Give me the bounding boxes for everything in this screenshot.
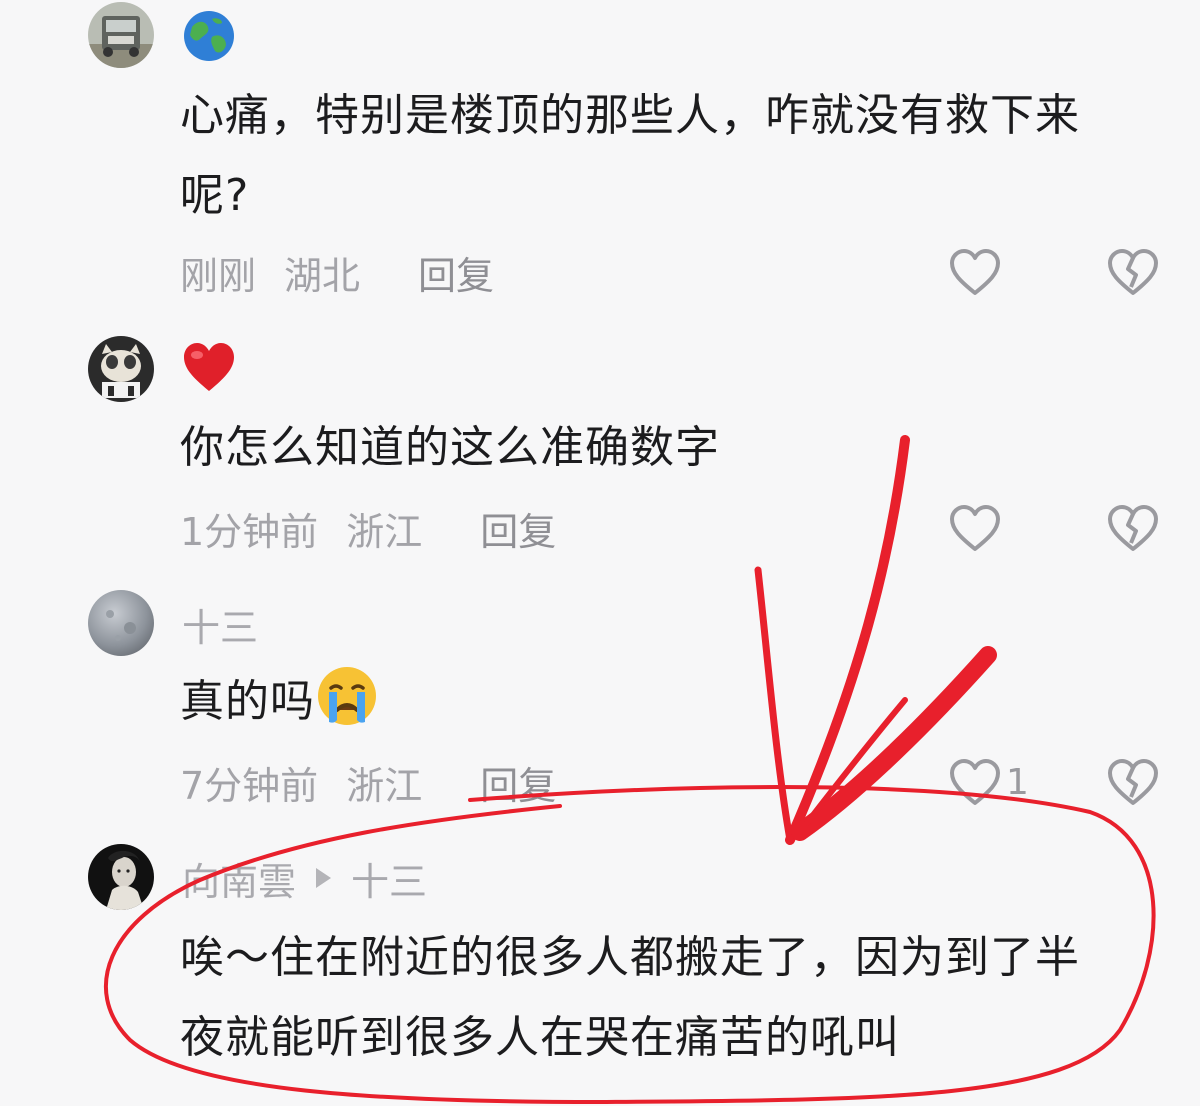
truck-avatar-icon [88,2,154,68]
globe-emoji-icon [184,11,234,61]
broken-heart-icon [1108,505,1158,551]
username[interactable]: 向南雲 [182,851,296,906]
avatar[interactable] [88,590,154,656]
heart-outline-icon [950,505,1000,551]
dislike-button[interactable] [1106,242,1160,302]
username[interactable]: 十三 [182,597,258,652]
comment-meta: 刚刚 湖北 回复 [180,242,494,302]
comment-meta: 7分钟前 浙江 回复 [180,752,556,812]
avatar[interactable] [88,336,154,402]
comment-time: 刚刚 [180,253,257,298]
like-count: 1 [1006,761,1029,803]
comment-meta: 1分钟前 浙江 回复 [180,498,556,558]
comment-text-line: 唉～住在附近的很多人都搬走了，因为到了半 [180,932,1080,983]
comment-text: 心痛，特别是楼顶的那些人，咋就没有救下来 呢? [180,76,1160,236]
dislike-button[interactable] [1106,498,1160,558]
username-row[interactable] [182,6,236,66]
heart-outline-icon [950,249,1000,295]
comment-text-line: 夜就能听到很多人在哭在痛苦的吼叫 [180,1012,900,1063]
reply-arrow-icon [316,868,332,888]
comment-location: 湖北 [284,253,361,298]
like-button[interactable] [948,242,1002,302]
comment-location: 浙江 [346,509,423,554]
gray-circle-avatar-icon [88,590,154,656]
like-button[interactable]: 1 [948,752,1029,812]
username-row[interactable] [182,338,236,398]
avatar[interactable] [88,844,154,910]
username-row[interactable]: 十三 [182,594,258,654]
broken-heart-icon [1108,759,1158,805]
reply-button[interactable]: 回复 [418,245,494,300]
broken-heart-icon [1108,249,1158,295]
comment-location: 浙江 [346,763,423,808]
heart-outline-icon [950,759,1000,805]
comment-text-line: 心痛，特别是楼顶的那些人，咋就没有救下来 [180,90,1080,141]
cat-avatar-icon [88,336,154,402]
comment-text-body: 真的吗 [180,676,315,727]
username-row[interactable]: 向南雲 十三 [182,848,427,908]
comment-list: 心痛，特别是楼顶的那些人，咋就没有救下来 呢? 刚刚 湖北 回复 你怎么知道的这… [0,0,1200,1106]
avatar[interactable] [88,2,154,68]
dark-portrait-avatar-icon [88,844,154,910]
comment-text: 你怎么知道的这么准确数字 [180,422,720,473]
comment-time: 1分钟前 [180,509,319,554]
reply-to-username[interactable]: 十三 [351,851,427,906]
reply-button[interactable]: 回复 [480,501,556,556]
reply-button[interactable]: 回复 [480,755,556,810]
red-heart-emoji-icon [184,343,234,391]
crying-face-emoji-icon [318,667,376,725]
comment-text-line: 呢? [180,170,250,221]
like-button[interactable] [948,498,1002,558]
comment-text: 唉～住在附近的很多人都搬走了，因为到了半 夜就能听到很多人在哭在痛苦的吼叫 [180,918,1160,1078]
comment-text: 真的吗 [180,662,1160,742]
comment-time: 7分钟前 [180,763,319,808]
dislike-button[interactable] [1106,752,1160,812]
